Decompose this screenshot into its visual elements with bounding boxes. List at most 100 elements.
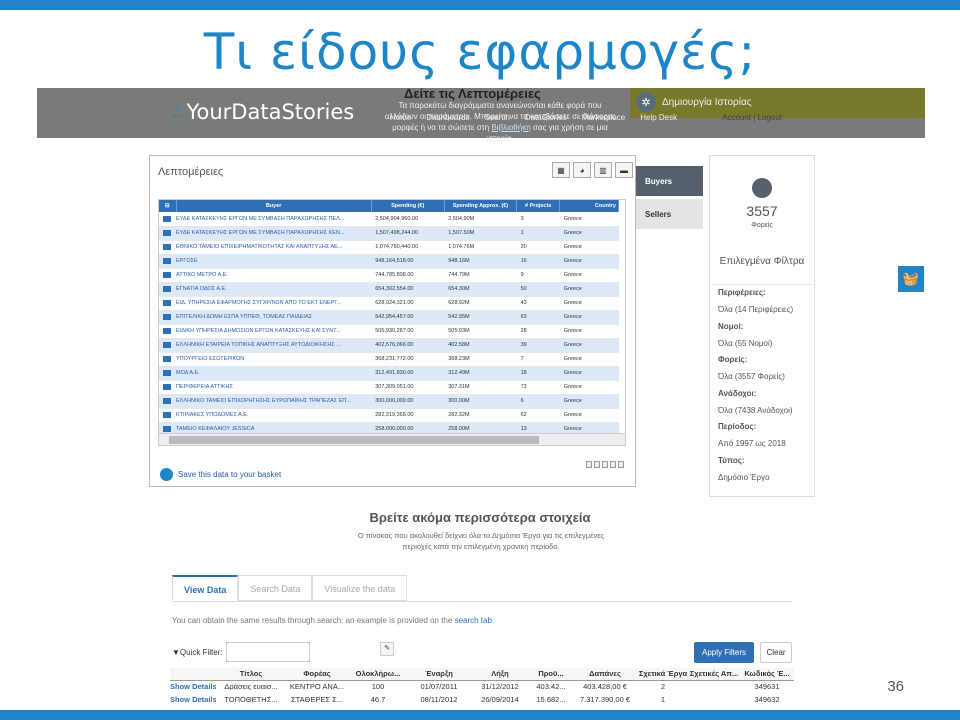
row-details-icon[interactable]: [159, 366, 176, 381]
bar-view-icon[interactable]: ▥: [594, 162, 612, 178]
tab-view-data[interactable]: View Data: [172, 575, 239, 601]
row-details-icon[interactable]: [159, 226, 176, 241]
row-details-icon[interactable]: [159, 240, 176, 255]
table-row[interactable]: ΚΤΙΡΙΑΚΕΣ ΥΠΟΔΟΜΕΣ Α.Ε. 282,319,368.00 282…: [159, 408, 619, 423]
buyer-cell[interactable]: ΥΠΟΥΡΓΕΙΟ ΕΣΩΤΕΡΙΚΩΝ: [176, 352, 372, 367]
column-header[interactable]: Λήξη: [470, 668, 530, 681]
buyer-cell[interactable]: ΚΤΙΡΙΑΚΕΣ ΥΠΟΔΟΜΕΣ Α.Ε.: [176, 408, 372, 423]
table-row[interactable]: ΠΕΡΙΦΕΡΕΙΑ ΑΤΤΙΚΗΣ 307,309,051.00 307.31M 7…: [159, 380, 619, 395]
entities-count-label: Φορείς: [751, 222, 773, 229]
column-header[interactable]: Σχετικά Έργα: [638, 668, 688, 681]
tab-sellers[interactable]: Sellers: [636, 199, 703, 229]
show-details-link[interactable]: Show Details: [170, 693, 216, 706]
buyer-cell[interactable]: ΕΛΛΗΝΙΚΟ ΤΑΜΕΙΟ ΕΠΙΧΟΡΗΓΗΣΗΣ ΕΥΡΩΠΑΪΚΗΣ …: [176, 394, 372, 409]
table-row[interactable]: ΥΠΟΥΡΓΕΙΟ ΕΣΩΤΕΡΙΚΩΝ 368,231,772.00 368.23…: [159, 352, 619, 367]
column-header[interactable]: Σχετικές Απ...: [688, 668, 740, 681]
column-header-buyer[interactable]: Buyer: [176, 200, 372, 212]
column-header-country[interactable]: Country: [559, 200, 619, 212]
column-header[interactable]: Δαπάνες: [572, 668, 638, 681]
table-row[interactable]: ΕΠΙΤΕΛΙΚΗ ΔΟΜΗ ΕΣΠΑ ΥΠΠΕΘ, ΤΟΜΕΑΣ ΠΑΙΔΕΙ…: [159, 310, 619, 325]
row-details-icon[interactable]: [159, 394, 176, 409]
table-cell: [688, 680, 740, 693]
buyer-cell[interactable]: ΕΡΓΟΣΕ: [176, 254, 372, 269]
column-header[interactable]: Έναρξη: [408, 668, 470, 681]
table-row[interactable]: ΕΛΛΗΝΙΚΗ ΕΤΑΙΡΕΙΑ ΤΟΠΙΚΗΣ ΑΝΑΠΤΥΞΗΣ ΑΥΤΟ…: [159, 338, 619, 353]
quick-filter-input[interactable]: [226, 642, 310, 662]
row-details-icon[interactable]: [159, 352, 176, 367]
buyer-cell[interactable]: ΕΛΛΗΝΙΚΗ ΕΤΑΙΡΕΙΑ ΤΟΠΙΚΗΣ ΑΝΑΠΤΥΞΗΣ ΑΥΤΟ…: [176, 338, 372, 353]
buyer-cell[interactable]: ΕΙΔΙΚΗ ΥΠΗΡΕΣΙΑ ΔΗΜΟΣΙΩΝ ΕΡΓΩΝ ΚΑΤΑΣΚΕΥΗ…: [176, 324, 372, 339]
row-details-icon[interactable]: [159, 408, 176, 423]
row-details-icon[interactable]: [159, 324, 176, 339]
logo[interactable]: ∴ YourDataStories: [172, 100, 354, 124]
row-details-icon[interactable]: [159, 268, 176, 283]
row-details-icon[interactable]: [159, 212, 176, 227]
table-row[interactable]: ΕΙΔ. ΥΠΗΡΕΣΙΑ ΕΦΑΡΜΟΓΗΣ ΣΥΓΧΡ/ΝΩΝ ΑΠΟ ΤΟ…: [159, 296, 619, 311]
row-details-icon[interactable]: [159, 338, 176, 353]
table-view-icon[interactable]: ▦: [552, 162, 570, 178]
buyer-cell[interactable]: ΕΥΔΕ ΚΑΤΑΣΚΕΥΗΣ ΕΡΓΩΝ ΜΕ ΣΥΜΒΑΣΗ ΠΑΡΑΧΩΡ…: [176, 212, 372, 227]
buyer-cell[interactable]: ΑΤΤΙΚΟ ΜΕΤΡΟ Α.Ε.: [176, 268, 372, 283]
table-row[interactable]: ΕΡΓΟΣΕ 948,164,518.00 948.16M 16 Greece: [159, 254, 619, 269]
table-row[interactable]: ΕΓΝΑΤΙΑ ΟΔΟΣ Α.Ε. 654,302,554.00 654.30M 50…: [159, 282, 619, 297]
row-details-icon[interactable]: [159, 310, 176, 325]
column-header[interactable]: Φορέας: [286, 668, 348, 681]
list-view-icon[interactable]: ▬: [615, 162, 633, 178]
library-link[interactable]: Βιβλιοθήκη: [491, 123, 530, 132]
spending-cell: 1,507,498,244.00: [371, 226, 445, 241]
table-row[interactable]: ΑΤΤΙΚΟ ΜΕΤΡΟ Α.Ε. 744,785,808.00 744.79M 9 G…: [159, 268, 619, 283]
buyer-cell[interactable]: ΕΠΙΤΕΛΙΚΗ ΔΟΜΗ ΕΣΠΑ ΥΠΠΕΘ, ΤΟΜΕΑΣ ΠΑΙΔΕΙ…: [176, 310, 372, 325]
search-tab-link[interactable]: search tab.: [455, 616, 495, 625]
row-details-icon[interactable]: [159, 282, 176, 297]
column-header[interactable]: [170, 668, 216, 681]
row-details-icon[interactable]: [159, 380, 176, 395]
column-header[interactable]: Ολοκλήρω...: [348, 668, 408, 681]
spending-approx-cell: 1,074.76M: [444, 240, 517, 255]
tab-buyers[interactable]: Buyers: [636, 166, 703, 196]
clear-button[interactable]: Clear: [760, 642, 792, 663]
nav-dashboards[interactable]: Dashboards: [426, 113, 469, 122]
grid-pager[interactable]: [586, 461, 624, 468]
buyer-cell[interactable]: ΕΙΔ. ΥΠΗΡΕΣΙΑ ΕΦΑΡΜΟΓΗΣ ΣΥΓΧΡ/ΝΩΝ ΑΠΟ ΤΟ…: [176, 296, 372, 311]
save-to-basket-link[interactable]: Save this data to your basket: [160, 468, 281, 481]
buyer-cell[interactable]: ΕΥΔΕ ΚΑΤΑΣΚΕΥΗΣ ΕΡΓΩΝ ΜΕ ΣΥΜΒΑΣΗ ΠΑΡΑΧΩΡ…: [176, 226, 372, 241]
row-details-icon[interactable]: [159, 254, 176, 269]
tab-visualize-data[interactable]: Visualize the data: [312, 575, 408, 601]
buyer-cell[interactable]: ΕΓΝΑΤΙΑ ΟΔΟΣ Α.Ε.: [176, 282, 372, 297]
buyer-cell[interactable]: ΕΘΝΙΚΟ ΤΑΜΕΙΟ ΕΠΙΧΕΙΡΗΜΑΤΙΚΟΤΗΤΑΣ ΚΑΙ ΑΝ…: [176, 240, 372, 255]
projects-cell: 39: [516, 338, 560, 353]
clear-filter-icon[interactable]: ✎: [380, 642, 394, 656]
table-row[interactable]: ΜΟΔ Α.Ε. 312,491,830.00 312.49M 18 Greece: [159, 366, 619, 381]
table-row[interactable]: ΕΘΝΙΚΟ ΤΑΜΕΙΟ ΕΠΙΧΕΙΡΗΜΑΤΙΚΟΤΗΤΑΣ ΚΑΙ ΑΝ…: [159, 240, 619, 255]
nav-home[interactable]: Home: [390, 113, 411, 122]
column-header-spending-approx[interactable]: Spending Approx. (€): [444, 200, 518, 212]
column-header[interactable]: Κωδικός Έ...: [740, 668, 794, 681]
column-header[interactable]: Τίτλος: [216, 668, 286, 681]
table-row[interactable]: ΕΥΔΕ ΚΑΤΑΣΚΕΥΗΣ ΕΡΓΩΝ ΜΕ ΣΥΜΒΑΣΗ ΠΑΡΑΧΩΡ…: [159, 226, 619, 241]
buyer-cell[interactable]: ΜΟΔ Α.Ε.: [176, 366, 372, 381]
column-chooser-icon[interactable]: ⊟: [159, 200, 177, 212]
tab-search-data[interactable]: Search Data: [238, 575, 313, 601]
quick-filter-label: ▼Quick Filter:: [172, 648, 223, 657]
apply-filters-button[interactable]: Apply Filters: [694, 642, 754, 663]
account-links[interactable]: Account | Logout: [722, 113, 782, 122]
buyer-cell[interactable]: ΠΕΡΙΦΕΡΕΙΑ ΑΤΤΙΚΗΣ: [176, 380, 372, 395]
nav-marketplace[interactable]: Marketplace: [582, 113, 626, 122]
create-story-button[interactable]: ✲ Δημιουργία Ιστορίας: [636, 92, 752, 112]
table-row[interactable]: ΕΥΔΕ ΚΑΤΑΣΚΕΥΗΣ ΕΡΓΩΝ ΜΕ ΣΥΜΒΑΣΗ ΠΑΡΑΧΩΡ…: [159, 212, 619, 227]
nav-search[interactable]: Search: [484, 113, 509, 122]
basket-icon[interactable]: 🧺: [898, 266, 924, 292]
pie-view-icon[interactable]: ◕: [573, 162, 591, 178]
row-details-icon[interactable]: [159, 296, 176, 311]
column-header[interactable]: Προϋ...: [530, 668, 572, 681]
table-row[interactable]: ΕΙΔΙΚΗ ΥΠΗΡΕΣΙΑ ΔΗΜΟΣΙΩΝ ΕΡΓΩΝ ΚΑΤΑΣΚΕΥΗ…: [159, 324, 619, 339]
column-header-spending[interactable]: Spending (€): [371, 200, 445, 212]
filter-value-type: Δημόσιο Έργο: [718, 473, 770, 482]
nav-help-desk[interactable]: Help Desk: [640, 113, 677, 122]
column-header-projects[interactable]: # Projects: [516, 200, 561, 212]
show-details-link[interactable]: Show Details: [170, 680, 216, 693]
table-row[interactable]: ΕΛΛΗΝΙΚΟ ΤΑΜΕΙΟ ΕΠΙΧΟΡΗΓΗΣΗΣ ΕΥΡΩΠΑΪΚΗΣ …: [159, 394, 619, 409]
nav-datastories[interactable]: DataStories: [525, 113, 567, 122]
spending-approx-cell: 2,504.90M: [444, 212, 517, 227]
grid-horizontal-scrollbar[interactable]: [159, 433, 625, 445]
